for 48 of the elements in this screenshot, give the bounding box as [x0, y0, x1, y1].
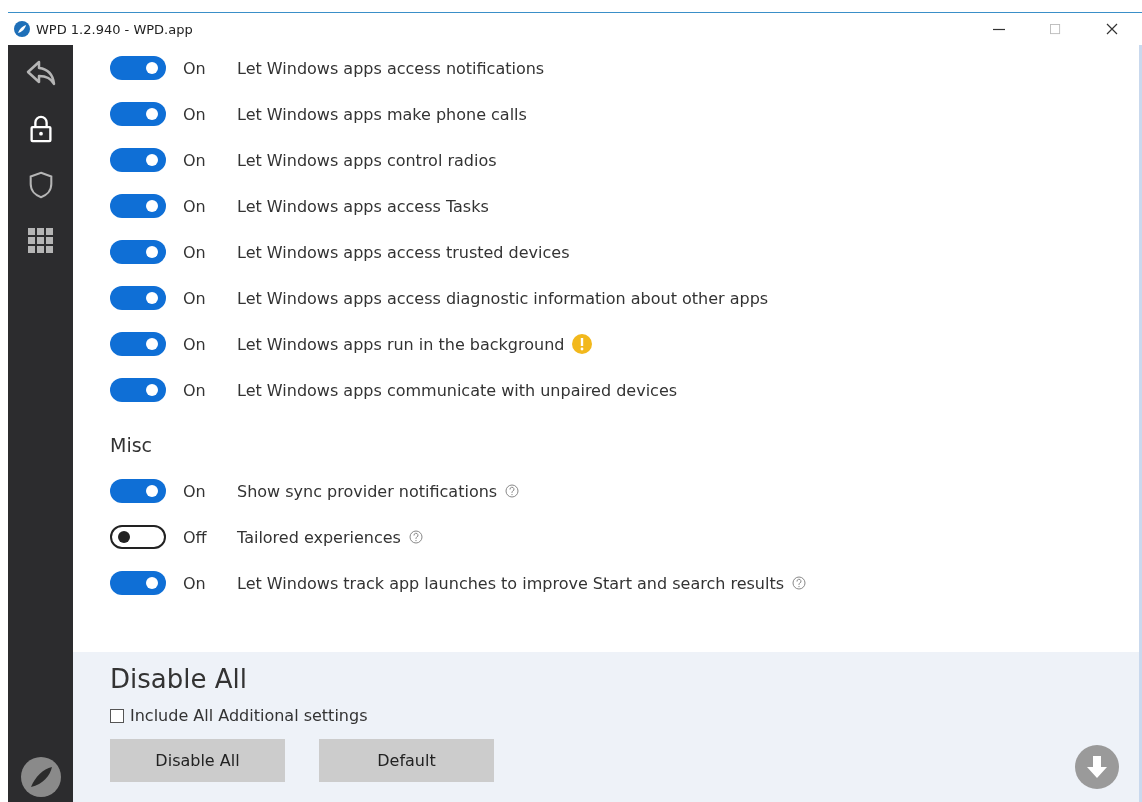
toggle-state: On [182, 242, 207, 262]
toggle-switch[interactable] [110, 286, 166, 310]
toggle-switch[interactable] [110, 332, 166, 356]
grid-icon [27, 228, 54, 254]
toggle-switch[interactable] [110, 479, 166, 503]
setting-label: Show sync provider notifications [237, 481, 498, 501]
toggle-state: On [182, 58, 207, 78]
help-icon[interactable] [505, 484, 520, 498]
feather-icon[interactable] [20, 757, 61, 797]
section-heading: Misc [110, 432, 154, 458]
setting-label: Let Windows apps access notifications [237, 58, 545, 78]
footer-heading: Disable All [110, 664, 248, 694]
app-logo-icon [14, 21, 30, 37]
toggle-switch[interactable] [110, 378, 166, 402]
warning-icon [572, 334, 593, 354]
toggle-state: On [182, 481, 207, 501]
setting-label: Let Windows apps access diagnostic information about other apps [237, 288, 769, 308]
toggle-state: Off [182, 527, 208, 547]
help-icon[interactable] [792, 576, 807, 590]
toggle-switch[interactable] [110, 102, 166, 126]
checkbox-label: Include All Additional settings [130, 706, 368, 725]
setting-label: Let Windows apps access Tasks [237, 196, 489, 216]
toggle-state: On [182, 104, 207, 124]
toggle-state: On [182, 334, 207, 354]
toggle-state: On [182, 573, 207, 593]
toggle-switch[interactable] [110, 240, 166, 264]
setting-label: Let Windows apps communicate with unpaired devices [237, 380, 678, 400]
setting-label: Let Windows apps make phone calls [237, 104, 527, 124]
toggle-state: On [182, 196, 207, 216]
help-icon[interactable] [408, 530, 423, 544]
checkbox[interactable] [110, 708, 124, 723]
setting-label: Tailored experiences [237, 527, 401, 547]
setting-label: Let Windows apps control radios [237, 150, 497, 170]
close-icon[interactable] [1106, 23, 1118, 35]
action-button[interactable]: Default [319, 739, 494, 782]
toggle-switch[interactable] [110, 148, 166, 172]
action-button[interactable]: Disable All [110, 739, 285, 782]
window-title: WPD 1.2.940 - WPD.app [36, 21, 193, 37]
toggle-state: On [182, 288, 207, 308]
toggle-state: On [182, 150, 207, 170]
setting-label: Let Windows apps access trusted devices [237, 242, 570, 262]
toggle-switch[interactable] [110, 525, 166, 549]
toggle-switch[interactable] [110, 194, 166, 218]
setting-label: Let Windows apps run in the background [237, 334, 565, 354]
toggle-switch[interactable] [110, 571, 166, 595]
toggle-state: On [182, 380, 207, 400]
setting-label: Let Windows track app launches to improve Start and search results [237, 573, 785, 593]
toggle-switch[interactable] [110, 56, 166, 80]
